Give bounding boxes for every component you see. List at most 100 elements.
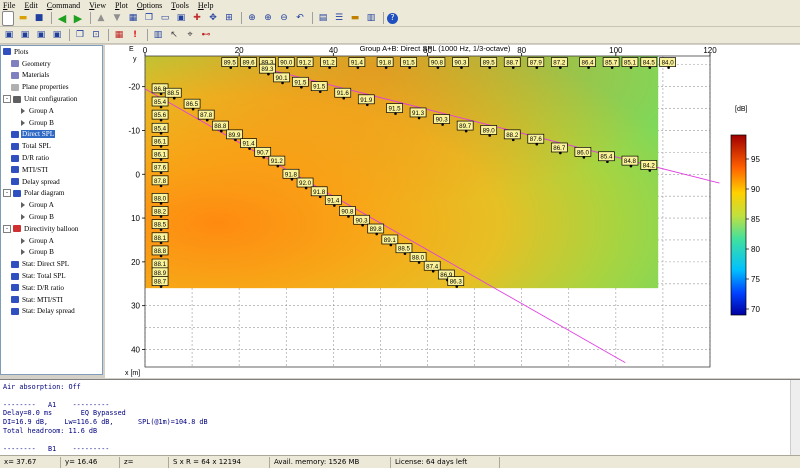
zoom-icon[interactable]: ⊕ — [245, 12, 259, 25]
tree-item-delay-spread[interactable]: Delay spread — [1, 176, 102, 188]
menu-item-command[interactable]: Command — [47, 1, 80, 10]
tree-item-group-b[interactable]: Group B — [1, 117, 102, 129]
down-arrow-icon[interactable]: ▼ — [110, 12, 124, 25]
ratio-icon — [11, 154, 19, 162]
tree-item-polar-diagram[interactable]: - Polar diagram — [1, 188, 102, 200]
measure-point — [610, 66, 614, 69]
tree-item-mti-sti[interactable]: MTI/STI — [1, 164, 102, 176]
calculate-icon[interactable]: ▦ — [112, 29, 126, 42]
spl-label-text: 91.2 — [323, 60, 336, 67]
tree-item-label: Delay spread — [22, 177, 60, 186]
spl-label-text: 90.1 — [276, 75, 289, 82]
list-icon[interactable]: ☰ — [332, 12, 346, 25]
layout-icon[interactable]: ▣ — [2, 29, 16, 42]
measure-point — [276, 164, 280, 168]
layout-three-icon[interactable]: ▣ — [34, 29, 48, 42]
collapse-icon[interactable]: - — [3, 224, 11, 233]
fit-icon[interactable]: ⊞ — [222, 12, 236, 25]
tree-item-label: Materials — [22, 71, 50, 80]
status-x: x= 37.67 — [0, 456, 61, 468]
measure-icon[interactable]: ⊡ — [89, 29, 103, 42]
measure-point — [328, 66, 331, 69]
tree-item-group-b[interactable]: Group B — [1, 211, 102, 223]
tree-item-group-a[interactable]: Group A — [1, 105, 102, 117]
warning-icon[interactable]: ! — [128, 29, 142, 42]
output-panel[interactable]: Air absorption: Off -------- A1 --------… — [0, 379, 800, 455]
tree-item-stat-delay-spread[interactable]: Stat: Delay spread — [1, 306, 102, 318]
menu-item-tools[interactable]: Tools — [171, 1, 189, 10]
window-icon[interactable]: ▭ — [158, 12, 172, 25]
measure-point — [159, 145, 163, 148]
move-icon[interactable]: ✥ — [206, 12, 220, 25]
toolbar-separator — [108, 29, 109, 41]
crosshair-icon[interactable]: ✚ — [190, 12, 204, 25]
polar-icon — [13, 189, 21, 197]
tree-item-plane-properties[interactable]: Plane properties — [1, 81, 102, 93]
menu-item-plot[interactable]: Plot — [115, 1, 128, 10]
zoom-in-icon[interactable]: ⊕ — [261, 12, 275, 25]
toolbar-separator — [147, 29, 148, 41]
tree-item-materials[interactable]: Materials — [1, 70, 102, 82]
spl-label-text: 91.2 — [271, 158, 284, 165]
spl-label-text: 90.8 — [431, 60, 444, 67]
duplicate-icon[interactable]: ❐ — [73, 29, 87, 42]
panel-icon[interactable]: ▣ — [174, 12, 188, 25]
tree-item-directivity-balloon[interactable]: - Directivity balloon — [1, 223, 102, 235]
menu-item-view[interactable]: View — [89, 1, 106, 10]
spl-plot[interactable]: 0 20 40 60 80 100 120-20-10010203040 Group A+B… — [105, 45, 800, 378]
spl-label-text: 88.9 — [154, 270, 167, 277]
collapse-icon[interactable]: - — [3, 95, 11, 104]
tree-item-plots[interactable]: Plots — [1, 46, 102, 58]
tree-item-d-r-ratio[interactable]: D/R ratio — [1, 152, 102, 164]
book-icon[interactable]: ▥ — [151, 29, 165, 42]
layout-four-icon[interactable]: ▣ — [50, 29, 64, 42]
tree-item-stat-direct-spl[interactable]: Stat: Direct SPL — [1, 258, 102, 270]
y-tick-label: 30 — [131, 302, 140, 311]
menu-item-options[interactable]: Options — [137, 1, 162, 10]
table-icon[interactable]: ▤ — [316, 12, 330, 25]
tree-item-unit-configuration[interactable]: - Unit configuration — [1, 93, 102, 105]
output-scrollbar[interactable] — [790, 380, 800, 455]
help-icon[interactable]: ? — [387, 12, 398, 24]
tree-item-group-a[interactable]: Group A — [1, 235, 102, 247]
open-folder-icon[interactable]: ▬ — [16, 12, 30, 25]
zoom-out-icon[interactable]: ⊖ — [277, 12, 291, 25]
tree-item-total-spl[interactable]: Total SPL — [1, 140, 102, 152]
menu-item-help[interactable]: Help — [198, 1, 214, 10]
tree-item-stat-d-r-ratio[interactable]: Stat: D/R ratio — [1, 282, 102, 294]
chart-icon[interactable]: ▥ — [364, 12, 378, 25]
select-icon[interactable]: ⌖ — [183, 29, 197, 42]
pointer-icon[interactable]: ↖ — [167, 29, 181, 42]
menu-item-file[interactable]: File — [3, 1, 15, 10]
spl-label-text: 88.1 — [154, 235, 167, 242]
save-icon[interactable]: ■ — [32, 12, 46, 25]
spl-label-text: 88.5 — [167, 90, 180, 97]
tree-item-stat-mti-sti[interactable]: Stat: MTI/STI — [1, 294, 102, 306]
tree-item-label: Unit configuration — [24, 95, 78, 104]
new-file-icon[interactable] — [2, 10, 14, 26]
tree-item-stat-total-spl[interactable]: Stat: Total SPL — [1, 270, 102, 282]
measure-point — [159, 118, 163, 122]
tree-item-geometry[interactable]: Geometry — [1, 58, 102, 70]
undo-icon[interactable]: ↶ — [293, 12, 307, 25]
plane-icon — [11, 83, 19, 91]
up-arrow-icon[interactable]: ▲ — [94, 12, 108, 25]
balloon-icon — [13, 225, 21, 233]
tree-item-direct-spl[interactable]: Direct SPL — [1, 129, 102, 141]
menu-item-edit[interactable]: Edit — [24, 1, 37, 10]
forward-arrow-icon[interactable]: ▶ — [71, 12, 85, 25]
tree-item-group-b[interactable]: Group B — [1, 247, 102, 259]
palette-icon[interactable]: ▬ — [348, 12, 362, 25]
spl-label-text: 91.4 — [351, 60, 364, 67]
link-icon[interactable]: ⊷ — [199, 29, 213, 42]
spl-label-text: 88.5 — [154, 222, 167, 229]
spl-label-text: 86.1 — [154, 138, 167, 145]
y-axis-label: y — [133, 56, 137, 63]
collapse-icon[interactable]: - — [3, 189, 11, 198]
back-arrow-icon[interactable]: ◀ — [55, 12, 69, 25]
layout-two-icon[interactable]: ▣ — [18, 29, 32, 42]
grid-icon[interactable]: ▦ — [126, 12, 140, 25]
copy-icon[interactable]: ❐ — [142, 12, 156, 25]
tree-item-group-a[interactable]: Group A — [1, 199, 102, 211]
spl-label-text: 86.3 — [450, 279, 463, 286]
